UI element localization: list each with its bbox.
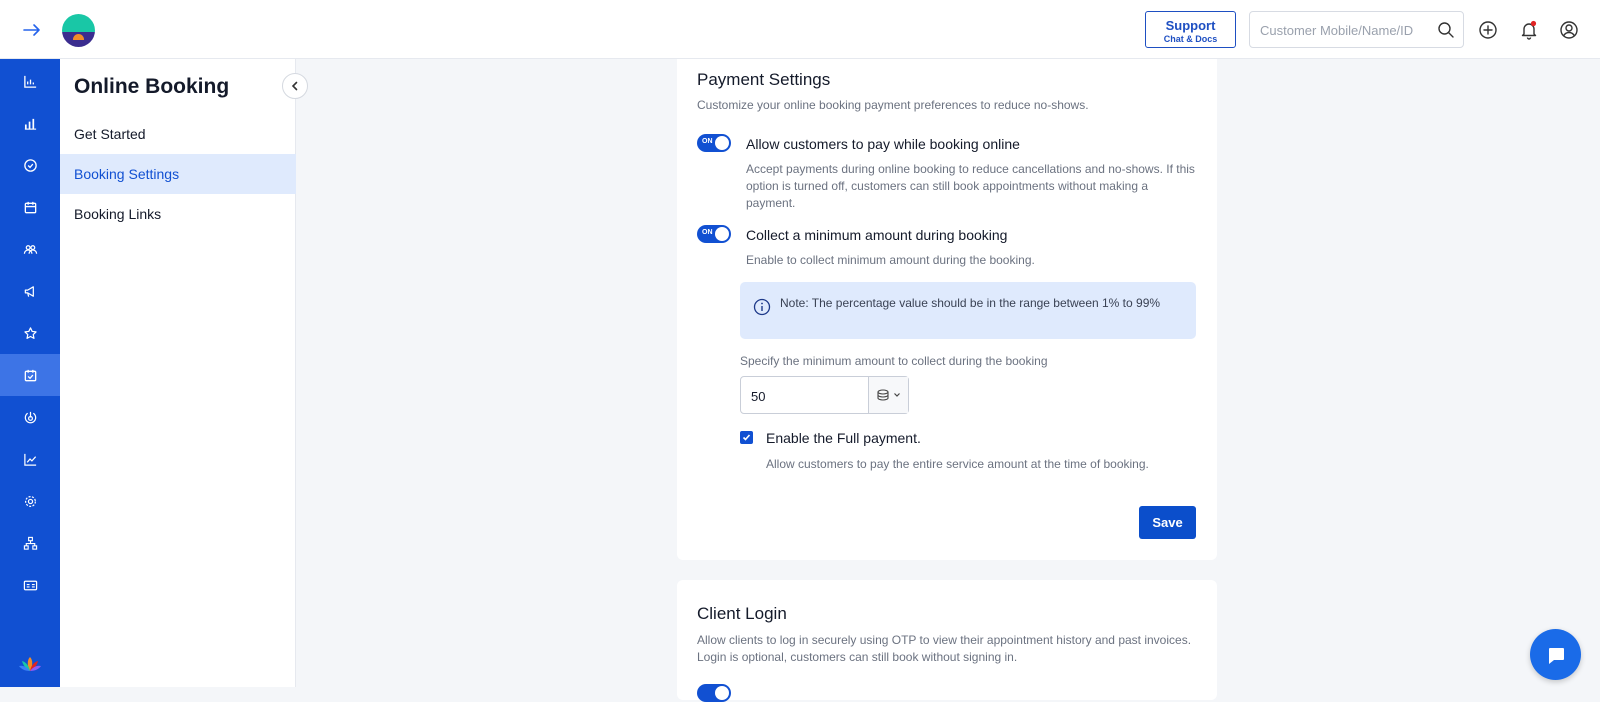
nav-organization[interactable] [0,522,60,564]
chevron-down-icon [894,393,900,397]
nav-customers[interactable] [0,228,60,270]
nav-marketing[interactable] [0,270,60,312]
id-card-icon [23,580,37,590]
bar-chart-icon [24,118,36,130]
customer-search-input[interactable] [1260,20,1430,40]
pay-while-booking-title: Allow customers to pay while booking onl… [746,136,1020,152]
payment-settings-title: Payment Settings [697,70,831,89]
nav-engagement[interactable] [0,396,60,438]
pay-while-booking-toggle[interactable]: ON [697,134,731,152]
checkmark-icon [742,434,751,441]
toggle-on-label: ON [702,138,713,145]
collect-minimum-toggle[interactable]: ON [697,225,731,243]
online-booking-submenu: Online Booking Get Started Booking Setti… [60,59,296,687]
toggle-on-label: ON [702,229,713,236]
settings-icon [24,495,36,507]
full-payment-title: Enable the Full payment. [766,430,921,446]
nav-reviews[interactable] [0,312,60,354]
dashboard-chart-icon [23,75,36,88]
client-login-desc: Allow clients to log in securely using O… [697,633,1192,664]
support-button[interactable]: Support Chat & Docs [1145,11,1236,48]
collect-minimum-desc: Enable to collect minimum amount during … [746,253,1035,267]
arrow-right-icon[interactable] [22,20,42,40]
percentage-note: Note: The percentage value should be in … [740,282,1196,339]
note-text: Note: The percentage value should be in … [780,296,1161,310]
hierarchy-icon [23,536,37,550]
nav-settings[interactable] [0,480,60,522]
submenu-title: Online Booking [74,75,230,98]
toggle-knob [715,227,729,241]
chat-bubble-icon [1548,647,1564,664]
customer-search [1249,11,1464,48]
customers-icon [23,244,37,254]
submenu-item-booking-settings[interactable]: Booking Settings [60,154,296,194]
full-payment-checkbox[interactable] [740,431,753,444]
submenu-item-get-started[interactable]: Get Started [60,114,296,154]
minimum-amount-field [740,376,909,414]
pay-while-booking-desc: Accept payments during online booking to… [746,162,1195,210]
search-icon[interactable] [1437,21,1455,39]
amount-type-dropdown[interactable] [868,377,908,413]
minimum-amount-input[interactable] [751,386,861,406]
toggle-knob [715,136,729,150]
payment-settings-card: Payment Settings Customize your online b… [677,59,1217,560]
app-logo[interactable] [62,14,95,47]
minimum-amount-label: Specify the minimum amount to collect du… [740,354,1048,368]
client-login-title: Client Login [697,604,787,623]
check-circle-icon [23,158,37,172]
megaphone-icon [24,285,34,297]
support-label: Support [1165,18,1216,33]
nav-calendar[interactable] [0,186,60,228]
hand-icon [24,411,36,423]
full-payment-desc: Allow customers to pay the entire servic… [766,457,1149,471]
left-navigation [0,59,60,687]
nav-online-booking[interactable] [0,354,60,396]
chat-support-button[interactable] [1530,629,1581,680]
nav-reports[interactable] [0,102,60,144]
notification-bell-icon[interactable] [1519,20,1539,40]
toggle-knob [715,686,729,700]
save-button[interactable]: Save [1139,506,1196,539]
client-login-card: Client Login Allow clients to log in sec… [677,580,1217,702]
coins-icon [877,389,889,401]
add-circle-icon[interactable] [1478,20,1498,40]
trend-chart-icon [23,453,36,466]
submenu-item-booking-links[interactable]: Booking Links [60,194,296,234]
payment-settings-subtitle: Customize your online booking payment pr… [697,98,1089,112]
collect-minimum-title: Collect a minimum amount during booking [746,227,1008,243]
info-icon [753,298,771,316]
user-profile-icon[interactable] [1559,20,1579,40]
calendar-icon [24,201,36,213]
brand-lotus-icon [19,657,41,671]
star-icon [23,326,37,339]
nav-tasks[interactable] [0,144,60,186]
online-booking-icon [24,369,36,381]
nav-membership[interactable] [0,564,60,606]
chevron-left-icon [291,81,298,91]
support-sublabel: Chat & Docs [1163,34,1218,44]
collapse-submenu-button[interactable] [282,73,308,99]
top-bar: Support Chat & Docs [0,0,1600,59]
nav-dashboard[interactable] [0,60,60,102]
nav-analytics[interactable] [0,438,60,480]
